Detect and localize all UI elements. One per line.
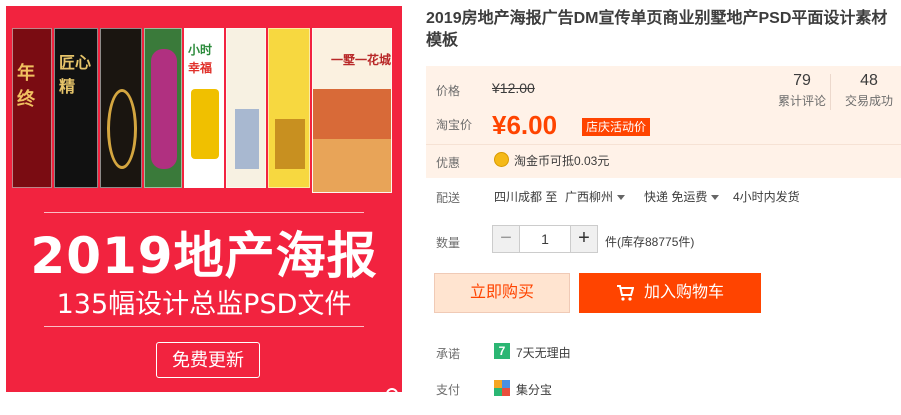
reviews-count: 79 — [793, 72, 811, 89]
poster-5-text-2: 幸福 — [188, 61, 213, 75]
current-price: ¥6.00 — [492, 110, 558, 140]
poster-thumb-4 — [144, 28, 182, 188]
poster-2-text: 匠心精 — [59, 53, 92, 96]
promise-text[interactable]: 7天无理由 — [516, 344, 571, 361]
chevron-down-icon — [711, 195, 720, 201]
promise-label: 承诺 — [436, 347, 461, 361]
original-price: ¥12.00 — [492, 80, 535, 96]
seven-day-return-icon: 7 — [494, 343, 510, 359]
quantity-decrease-button[interactable]: − — [493, 226, 519, 252]
ship-to-text: 广西柳州 — [565, 190, 614, 204]
ship-method-select[interactable]: 快递 免运费 — [644, 188, 720, 205]
ship-to-select[interactable]: 广西柳州 — [565, 188, 626, 205]
poster-thumb-3 — [100, 28, 142, 188]
zoom-icon[interactable] — [386, 388, 398, 392]
stock-text: 件(库存88775件) — [605, 235, 695, 249]
coin-icon — [494, 152, 509, 167]
add-to-cart-button[interactable]: 加入购物车 — [579, 273, 761, 313]
payment-label: 支付 — [436, 383, 461, 397]
add-to-cart-label: 加入购物车 — [643, 284, 724, 301]
quantity-label: 数量 — [436, 236, 461, 250]
ship-method-text: 快递 免运费 — [644, 190, 708, 204]
deals-stat[interactable]: 48 交易成功 — [839, 72, 899, 109]
discount-label: 优惠 — [436, 156, 461, 170]
current-price-label: 淘宝价 — [436, 118, 473, 132]
reviews-stat[interactable]: 79 累计评论 — [772, 72, 832, 109]
ship-from: 四川成都 至 — [494, 190, 558, 204]
deals-label: 交易成功 — [844, 94, 893, 108]
payment-text[interactable]: 集分宝 — [516, 381, 552, 398]
reviews-label: 累计评论 — [777, 94, 826, 108]
jifenbao-icon — [494, 380, 510, 396]
discount-text: 淘金币可抵0.03元 — [514, 154, 610, 168]
free-update-badge: 免费更新 — [156, 342, 260, 378]
price-panel: 价格 ¥12.00 淘宝价 ¥6.00 店庆活动价 79 累计评论 48 交易成… — [426, 66, 901, 178]
poster-8-text: 一墅一花城 — [331, 53, 392, 67]
price-divider — [426, 144, 901, 145]
cart-icon — [616, 284, 634, 301]
quantity-input[interactable]: 1 — [519, 226, 571, 252]
poster-thumb-8: 一墅一花城 — [312, 28, 392, 193]
product-main-image[interactable]: 年终 匠心精 小时 幸福 一墅一花城 2019地产海报 135幅设计总监PSD文… — [6, 6, 402, 392]
buy-now-button[interactable]: 立即购买 — [434, 273, 570, 313]
poster-collage: 年终 匠心精 小时 幸福 一墅一花城 — [12, 28, 392, 193]
poster-thumb-6 — [226, 28, 266, 188]
product-title: 2019房地产海报广告DM宣传单页商业别墅地产PSD平面设计素材模板 — [426, 10, 888, 49]
poster-1-text: 年终 — [17, 63, 35, 110]
shipping-label: 配送 — [436, 191, 461, 205]
promo-subheadline: 135幅设计总监PSD文件 — [56, 289, 352, 320]
headline-top-rule — [44, 212, 364, 213]
poster-thumb-5: 小时 幸福 — [184, 28, 224, 188]
promo-price-tag: 店庆活动价 — [582, 118, 651, 136]
chevron-down-icon — [617, 195, 626, 201]
quantity-stepper: − 1 + — [492, 225, 598, 253]
headline-bottom-rule — [44, 326, 364, 327]
poster-thumb-2: 匠心精 — [54, 28, 98, 188]
deals-count: 48 — [860, 72, 878, 89]
original-price-label: 价格 — [436, 84, 461, 98]
promo-headline: 2019地产海报 — [30, 227, 378, 285]
quantity-increase-button[interactable]: + — [571, 226, 597, 252]
poster-thumb-1: 年终 — [12, 28, 52, 188]
stat-divider — [830, 74, 831, 110]
dispatch-time: 4小时内发货 — [733, 190, 800, 204]
poster-5-text: 小时 — [188, 43, 213, 57]
poster-thumb-7 — [268, 28, 310, 188]
